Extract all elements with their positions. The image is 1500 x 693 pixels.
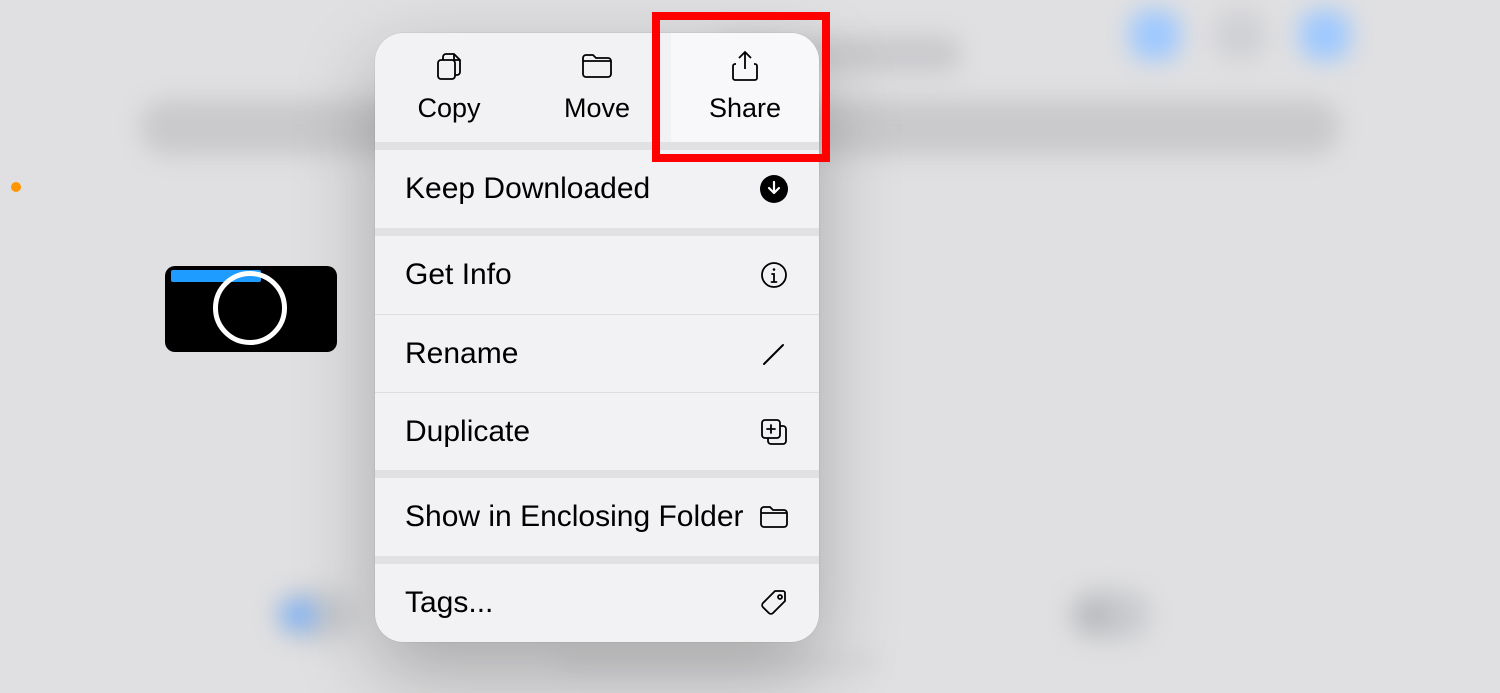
folder-icon [581,51,613,81]
download-circle-icon [759,174,789,204]
show-in-enclosing-folder-item[interactable]: Show in Enclosing Folder [375,478,819,556]
copy-button[interactable]: Copy [375,33,523,142]
duplicate-icon [759,417,789,447]
share-icon [731,51,759,81]
status-dot [11,182,21,192]
action-row: Copy Move Share [375,33,819,150]
get-info-item[interactable]: Get Info [375,236,819,314]
get-info-label: Get Info [405,258,512,292]
tags-label: Tags... [405,586,493,620]
context-menu: Copy Move Share Keep Downl [375,33,819,642]
duplicate-label: Duplicate [405,415,530,449]
copy-label: Copy [417,93,480,124]
info-icon [759,260,789,290]
keep-downloaded-item[interactable]: Keep Downloaded [375,150,819,228]
show-in-enclosing-label: Show in Enclosing Folder [405,500,744,534]
move-button[interactable]: Move [523,33,671,142]
share-button[interactable]: Share [671,33,819,142]
blurred-bg [1130,10,1180,60]
blurred-bg [1300,10,1350,60]
rename-label: Rename [405,337,518,371]
file-thumbnail[interactable] [165,266,337,352]
folder-icon [759,502,789,532]
blurred-bg [560,660,880,666]
blurred-bg [1070,590,1150,640]
rename-item[interactable]: Rename [375,314,819,392]
blurred-bg [1215,10,1265,60]
keep-downloaded-label: Keep Downloaded [405,172,650,206]
blurred-bg [275,590,355,640]
copy-icon [434,51,464,81]
pencil-icon [759,339,789,369]
tag-icon [759,588,789,618]
duplicate-item[interactable]: Duplicate [375,392,819,470]
move-label: Move [564,93,630,124]
share-label: Share [709,93,781,124]
tags-item[interactable]: Tags... [375,564,819,642]
